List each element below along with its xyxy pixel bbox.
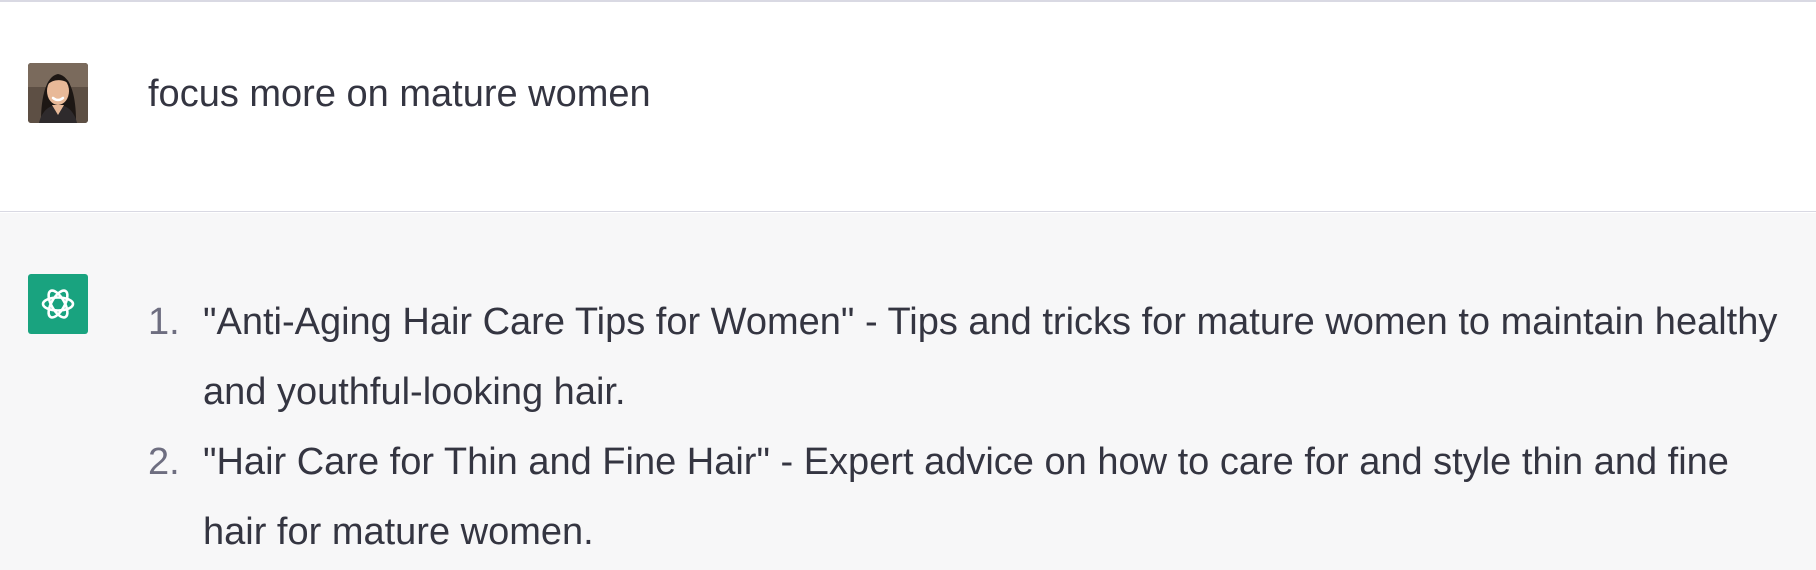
list-item: 1. "Anti-Aging Hair Care Tips for Women"… xyxy=(148,287,1788,427)
assistant-answer-list: 1. "Anti-Aging Hair Care Tips for Women"… xyxy=(148,287,1788,567)
user-avatar xyxy=(28,63,88,123)
user-message-row: focus more on mature women xyxy=(0,2,1816,212)
openai-logo-icon xyxy=(41,289,75,319)
user-avatar-photo-icon xyxy=(28,63,88,123)
user-message-text: focus more on mature women xyxy=(148,73,651,115)
list-item: 2. "Hair Care for Thin and Fine Hair" - … xyxy=(148,427,1788,567)
assistant-avatar xyxy=(28,274,88,334)
assistant-message-row: 1. "Anti-Aging Hair Care Tips for Women"… xyxy=(0,213,1816,570)
list-item-number: 1. xyxy=(148,301,180,343)
list-item-text: "Anti-Aging Hair Care Tips for Women" - … xyxy=(203,301,1778,413)
list-item-text: "Hair Care for Thin and Fine Hair" - Exp… xyxy=(203,441,1729,553)
list-item-number: 2. xyxy=(148,441,180,483)
